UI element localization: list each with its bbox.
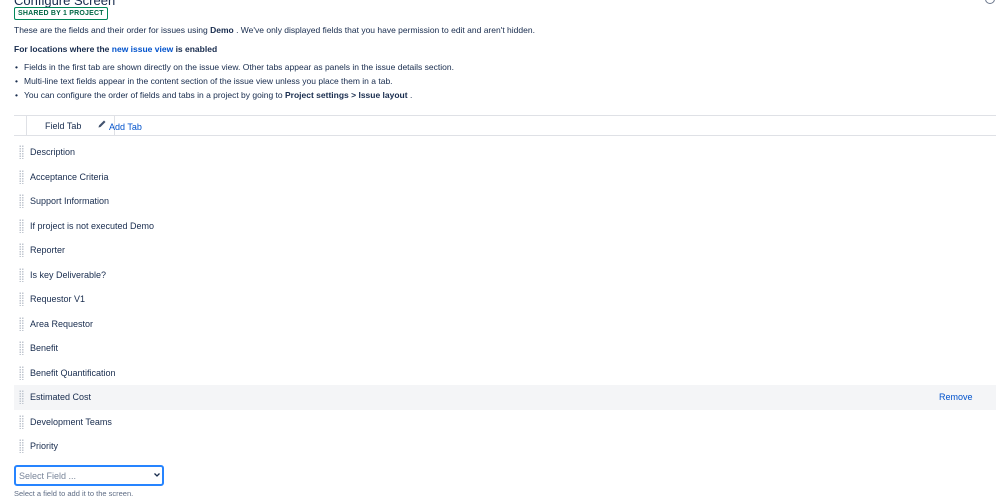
drag-handle-icon[interactable]: [19, 218, 24, 233]
drag-handle-icon[interactable]: [19, 439, 24, 453]
field-row[interactable]: Is key Deliverable?: [14, 263, 996, 288]
field-row[interactable]: Acceptance Criteria: [14, 165, 996, 190]
drag-handle-icon[interactable]: [19, 145, 24, 159]
drag-handle-icon[interactable]: [19, 365, 24, 380]
drag-handle-icon[interactable]: [19, 390, 24, 404]
field-row[interactable]: Reporter: [14, 238, 996, 263]
locations-heading: For locations where the new issue view i…: [14, 44, 218, 54]
shared-badge[interactable]: SHARED BY 1 PROJECT: [14, 7, 108, 20]
field-name: Description: [30, 147, 76, 157]
field-row[interactable]: Estimated Cost Remove: [14, 385, 996, 410]
drag-handle-icon[interactable]: [19, 414, 24, 429]
tab-field-tab[interactable]: Field Tab: [26, 116, 115, 135]
tab-label: Field Tab: [45, 121, 82, 131]
field-row[interactable]: Priority: [14, 434, 996, 459]
field-name: Area Requestor: [30, 318, 94, 329]
field-name: Estimated Cost: [30, 392, 92, 402]
field-row[interactable]: Benefit: [14, 336, 996, 361]
tab-bar: Field Tab Add Tab: [14, 115, 996, 136]
field-row[interactable]: Description: [14, 140, 996, 165]
bullet-item: You can configure the order of fields an…: [14, 90, 454, 104]
field-row[interactable]: If project is not executed Demo: [14, 214, 996, 239]
drag-handle-icon[interactable]: [19, 292, 24, 306]
drag-handle-icon[interactable]: [19, 267, 24, 282]
help-icon[interactable]: [985, 0, 995, 4]
intro-text: These are the fields and their order for…: [14, 25, 535, 35]
field-row[interactable]: Support Information: [14, 189, 996, 214]
field-name: Acceptance Criteria: [30, 171, 109, 182]
bullet-item: Fields in the first tab are shown direct…: [14, 62, 454, 76]
field-name: Benefit: [30, 343, 59, 353]
chevron-down-icon[interactable]: [153, 471, 161, 479]
project-name: Demo: [210, 25, 234, 35]
field-name: Requestor V1: [30, 294, 86, 304]
add-tab-link[interactable]: Add Tab: [109, 122, 142, 132]
drag-handle-icon[interactable]: [19, 243, 24, 257]
select-hint: Select a field to add it to the screen.: [14, 489, 134, 498]
info-bullets: Fields in the first tab are shown direct…: [14, 62, 454, 104]
select-field-input[interactable]: [19, 469, 139, 483]
field-name: Reporter: [30, 245, 66, 255]
field-row[interactable]: Development Teams: [14, 410, 996, 435]
new-issue-view-link[interactable]: new issue view: [112, 44, 173, 54]
field-name: Benefit Quantification: [30, 367, 116, 378]
field-name: Priority: [30, 441, 59, 451]
field-list: Description Acceptance Criteria Support In…: [14, 140, 996, 459]
field-name: Is key Deliverable?: [30, 269, 107, 280]
bullet-item: Multi-line text fields appear in the con…: [14, 76, 454, 90]
field-name: Support Information: [30, 196, 110, 206]
field-row[interactable]: Area Requestor: [14, 312, 996, 337]
drag-handle-icon[interactable]: [19, 341, 24, 355]
field-row[interactable]: Benefit Quantification: [14, 361, 996, 386]
select-field-dropdown[interactable]: [14, 465, 164, 486]
remove-link[interactable]: Remove: [939, 392, 973, 402]
drag-handle-icon[interactable]: [19, 316, 24, 331]
pencil-icon[interactable]: [97, 119, 107, 129]
drag-handle-icon[interactable]: [19, 194, 24, 208]
drag-handle-icon[interactable]: [19, 169, 24, 184]
field-row[interactable]: Requestor V1: [14, 287, 996, 312]
field-name: If project is not executed Demo: [30, 220, 155, 231]
field-name: Development Teams: [30, 416, 112, 427]
